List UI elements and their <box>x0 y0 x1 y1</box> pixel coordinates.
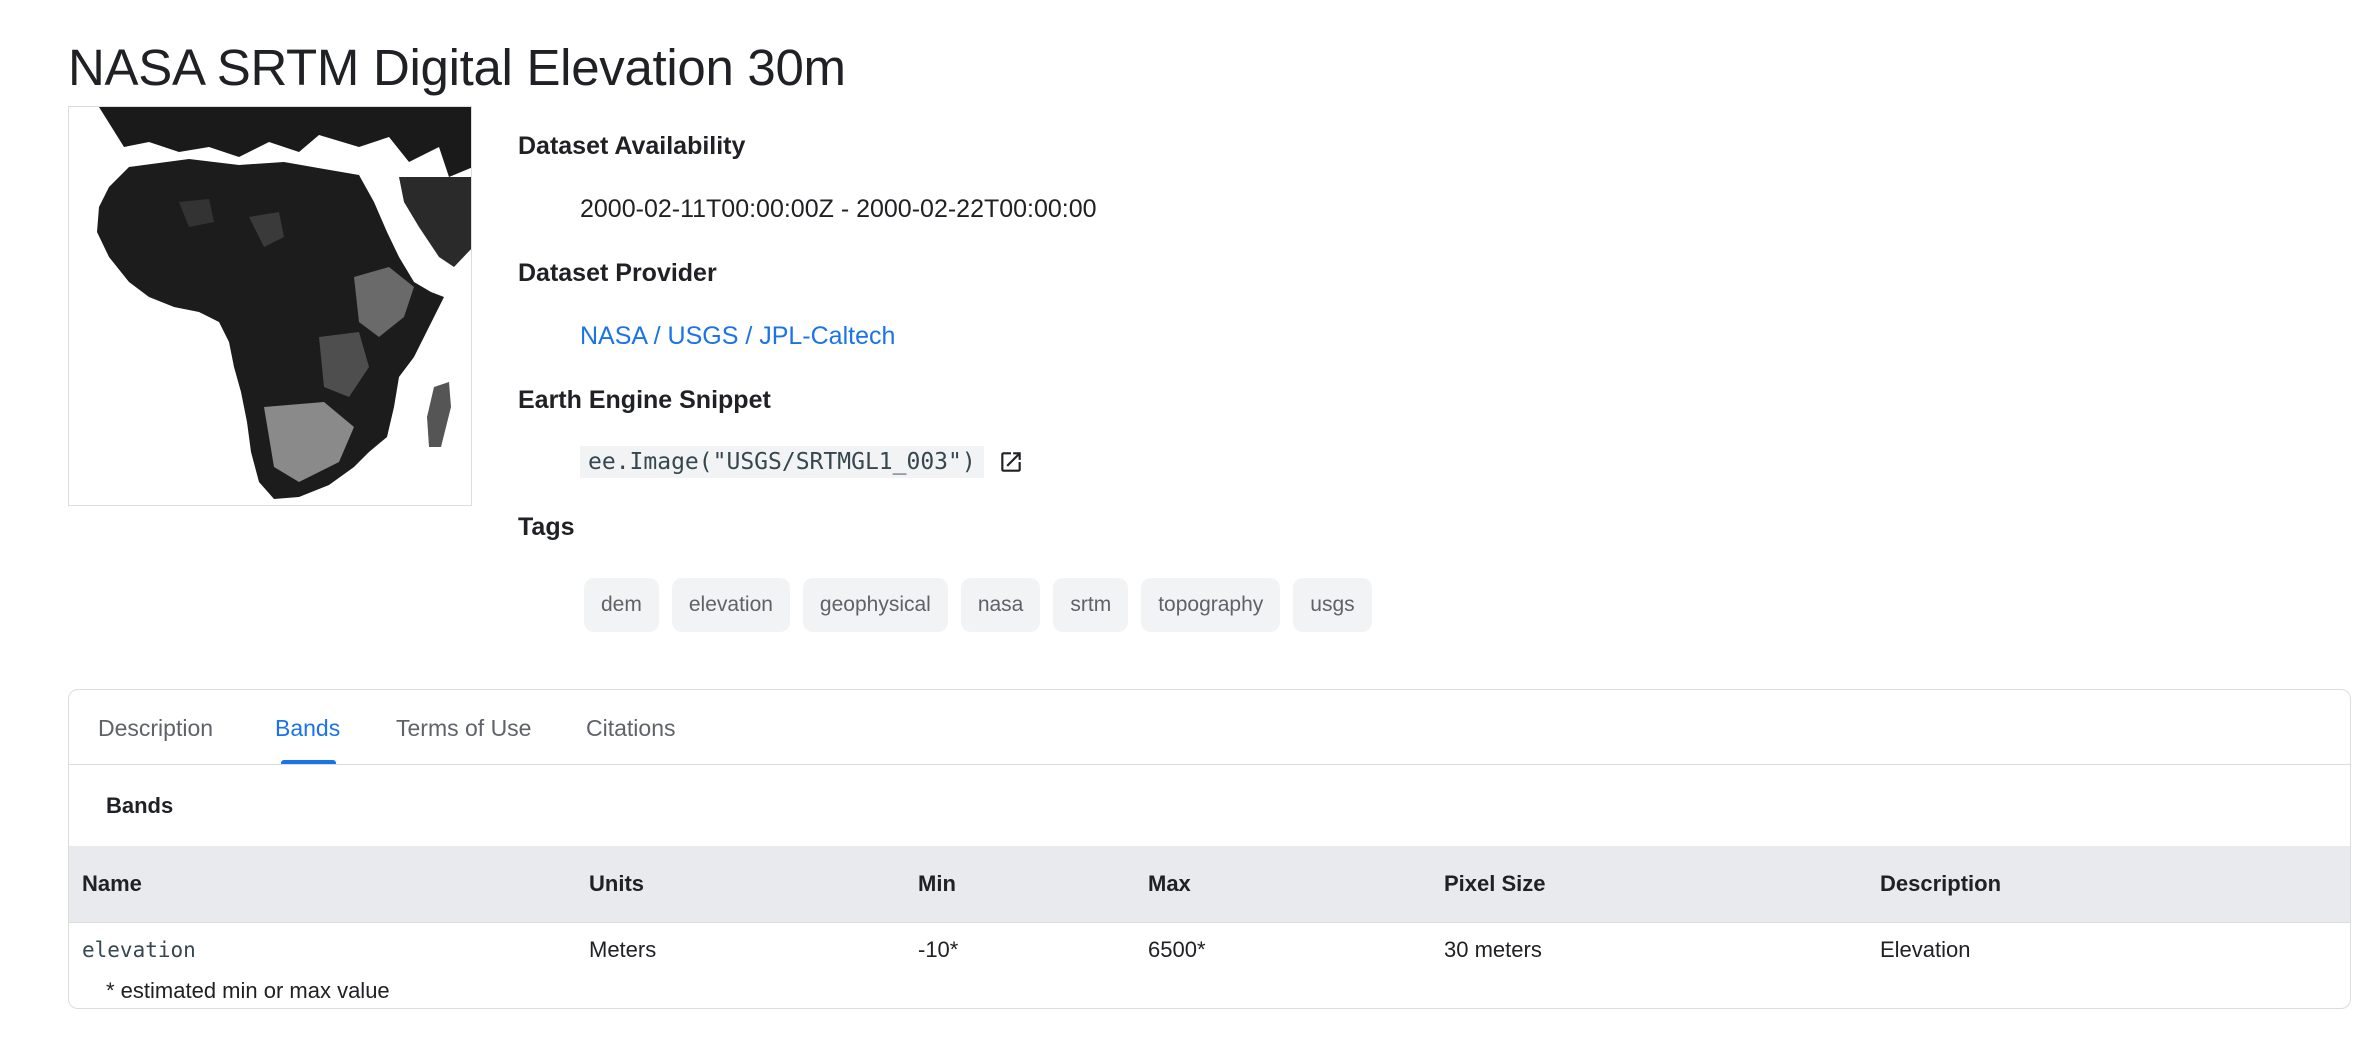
band-units-cell: Meters <box>589 937 657 962</box>
tab-description[interactable]: Description <box>98 690 213 764</box>
availability-label: Dataset Availability <box>518 132 746 160</box>
details-panel: Description Bands Terms of Use Citations… <box>68 689 2351 1009</box>
band-pixel-size-cell: 30 meters <box>1444 937 1542 962</box>
snippet-row: ee.Image("USGS/SRTMGL1_003") <box>580 446 1024 478</box>
snippet-label: Earth Engine Snippet <box>518 386 771 414</box>
tab-citations[interactable]: Citations <box>586 690 675 764</box>
table-row: elevation Meters -10* 6500* 30 meters El… <box>69 922 2350 978</box>
tab-terms-of-use[interactable]: Terms of Use <box>396 690 531 764</box>
column-header-units: Units <box>589 871 644 896</box>
open-in-new-icon[interactable] <box>998 449 1024 475</box>
band-max-cell: 6500* <box>1148 937 1206 962</box>
page-title: NASA SRTM Digital Elevation 30m <box>68 39 846 96</box>
provider-link[interactable]: NASA / USGS / JPL-Caltech <box>580 322 895 350</box>
tag-chip[interactable]: geophysical <box>802 578 948 632</box>
availability-value: 2000-02-11T00:00:00Z - 2000-02-22T00:00:… <box>580 195 1097 223</box>
tag-chip[interactable]: nasa <box>960 578 1041 632</box>
tab-bar: Description Bands Terms of Use Citations <box>69 690 2350 765</box>
band-description-cell: Elevation <box>1880 937 1971 962</box>
column-header-description: Description <box>1880 871 2002 896</box>
tags-list: dem elevation geophysical nasa srtm topo… <box>584 578 1372 632</box>
tag-chip[interactable]: srtm <box>1053 578 1129 632</box>
column-header-pixel-size: Pixel Size <box>1444 871 1546 896</box>
tag-chip[interactable]: dem <box>584 578 659 632</box>
bands-section-title: Bands <box>106 793 174 818</box>
active-tab-indicator <box>281 760 336 764</box>
provider-label: Dataset Provider <box>518 259 717 287</box>
tags-label: Tags <box>518 513 575 541</box>
band-min-cell: -10* <box>918 937 959 962</box>
tag-chip[interactable]: usgs <box>1293 578 1372 632</box>
column-header-min: Min <box>918 871 956 896</box>
column-header-max: Max <box>1148 871 1191 896</box>
tab-bands[interactable]: Bands <box>275 690 340 764</box>
bands-table-header: Name Units Min Max Pixel Size Descriptio… <box>69 846 2350 923</box>
dataset-thumbnail <box>68 106 472 506</box>
snippet-code: ee.Image("USGS/SRTMGL1_003") <box>580 446 984 478</box>
band-name-cell: elevation <box>82 938 196 962</box>
tag-chip[interactable]: elevation <box>671 578 790 632</box>
tag-chip[interactable]: topography <box>1141 578 1281 632</box>
africa-elevation-image <box>69 107 471 505</box>
column-header-name: Name <box>82 871 142 896</box>
table-footnote: * estimated min or max value <box>106 978 390 1003</box>
